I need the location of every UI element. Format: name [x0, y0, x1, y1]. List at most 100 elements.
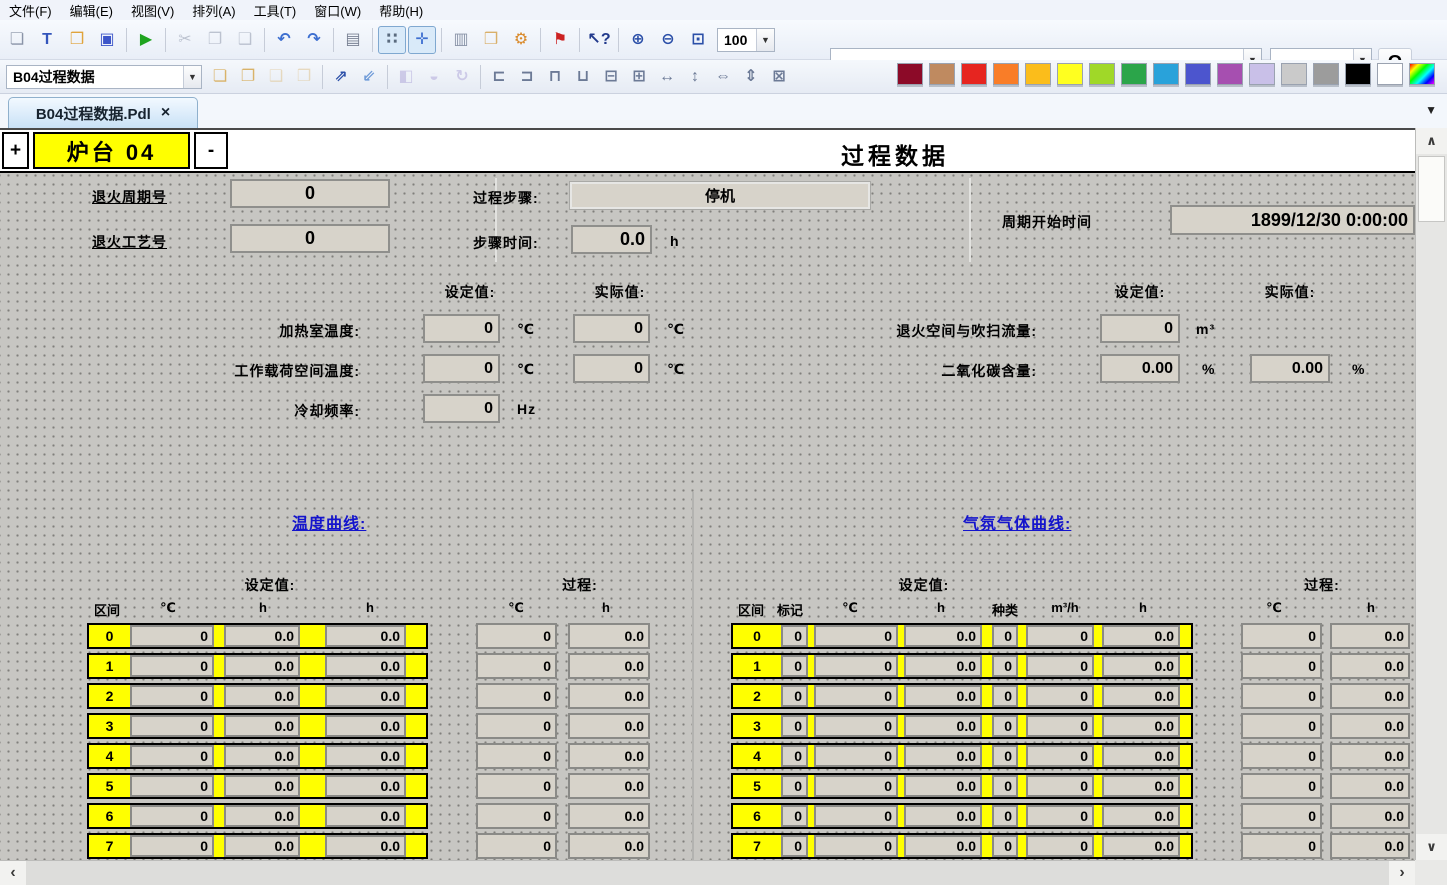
same-size-button[interactable]: ⊠ [766, 64, 792, 90]
temp-proc_h-field[interactable]: 0.0 [568, 743, 650, 769]
gas-proc_h-field[interactable]: 0.0 [1330, 623, 1410, 649]
gas-set_h-cell[interactable]: 0.0 [904, 625, 982, 647]
same-height-button[interactable]: ⇕ [738, 64, 764, 90]
gas-proc_h-field[interactable]: 0.0 [1330, 683, 1410, 709]
temp-set_h1-cell[interactable]: 0.0 [224, 715, 300, 737]
temp-set_temp-cell[interactable]: 0 [130, 835, 214, 857]
gas-proc_temp-field[interactable]: 0 [1241, 833, 1322, 859]
gas-set_temp-cell[interactable]: 0 [814, 655, 898, 677]
gas-set_temp-cell[interactable]: 0 [814, 625, 898, 647]
color-swatch-000000[interactable] [1345, 63, 1371, 85]
temp-set_h2-cell[interactable]: 0.0 [325, 685, 406, 707]
bring-to-front-button[interactable]: ❏ [207, 64, 233, 90]
gas-flow_h-cell[interactable]: 0.0 [1102, 715, 1180, 737]
gas-flow-cell[interactable]: 0 [1026, 655, 1094, 677]
chevron-down-icon[interactable]: ▼ [183, 66, 201, 88]
more-colors-swatch[interactable] [1409, 63, 1435, 85]
send-backward-button[interactable]: ❒ [291, 64, 317, 90]
menu-tools[interactable]: 工具(T) [245, 0, 306, 21]
color-swatch-ffffff[interactable] [1377, 63, 1403, 85]
distribute-horizontal-button[interactable]: ↔ [654, 64, 680, 90]
temp-set_h1-cell[interactable]: 0.0 [224, 625, 300, 647]
center-vertical-button[interactable]: ⊟ [598, 64, 624, 90]
align-left-button[interactable]: ⊏ [486, 64, 512, 90]
temp-proc_h-field[interactable]: 0.0 [568, 773, 650, 799]
gas-set_temp-cell[interactable]: 0 [814, 715, 898, 737]
zoom-selection-button[interactable]: ⊡ [684, 26, 712, 54]
temp-set_h2-cell[interactable]: 0.0 [325, 745, 406, 767]
color-swatch-4c55ce[interactable] [1185, 63, 1211, 85]
gas-kind-cell[interactable]: 0 [992, 745, 1018, 767]
undo-button[interactable]: ↶ [270, 26, 298, 54]
gas-flow-cell[interactable]: 0 [1026, 685, 1094, 707]
tag-connect-button[interactable]: ⇗ [328, 64, 354, 90]
gas-flow-cell[interactable]: 0 [1026, 745, 1094, 767]
temp-set_temp-cell[interactable]: 0 [130, 655, 214, 677]
print-button[interactable]: ▤ [339, 26, 367, 54]
gas-flow_h-cell[interactable]: 0.0 [1102, 805, 1180, 827]
workload-space-temp-set-field[interactable]: 0 [423, 354, 500, 383]
color-swatch-ffff20[interactable] [1057, 63, 1083, 85]
open-button[interactable]: ❒ [63, 26, 91, 54]
color-swatch-e62520[interactable] [961, 63, 987, 85]
annealing-purge-flow-set-field[interactable]: 0 [1100, 314, 1180, 343]
scroll-up-icon[interactable]: ∧ [1416, 128, 1447, 154]
color-swatch-c9c0e8[interactable] [1249, 63, 1275, 85]
temp-set_h2-cell[interactable]: 0.0 [325, 805, 406, 827]
gas-kind-cell[interactable]: 0 [992, 655, 1018, 677]
temp-proc_temp-field[interactable]: 0 [476, 773, 557, 799]
zoom-out-button[interactable]: ⊖ [654, 26, 682, 54]
temp-set_h1-cell[interactable]: 0.0 [224, 685, 300, 707]
zoom-in-button[interactable]: ⊕ [624, 26, 652, 54]
temp-proc_h-field[interactable]: 0.0 [568, 683, 650, 709]
gas-kind-cell[interactable]: 0 [992, 685, 1018, 707]
gas-proc_h-field[interactable]: 0.0 [1330, 713, 1410, 739]
gas-set_temp-cell[interactable]: 0 [814, 685, 898, 707]
temp-set_temp-cell[interactable]: 0 [130, 745, 214, 767]
flip-vertical-button[interactable]: ◒ [421, 64, 447, 90]
menu-edit[interactable]: 编辑(E) [61, 0, 122, 21]
gas-kind-cell[interactable]: 0 [992, 625, 1018, 647]
process-step-field[interactable]: 停机 [570, 182, 870, 209]
gas-flow_h-cell[interactable]: 0.0 [1102, 685, 1180, 707]
gas-proc_temp-field[interactable]: 0 [1241, 683, 1322, 709]
gas-proc_temp-field[interactable]: 0 [1241, 653, 1322, 679]
gas-proc_temp-field[interactable]: 0 [1241, 743, 1322, 769]
save-button[interactable]: ▣ [93, 26, 121, 54]
gas-set_h-cell[interactable]: 0.0 [904, 685, 982, 707]
temp-set_h1-cell[interactable]: 0.0 [224, 745, 300, 767]
workload-space-temp-actual-field[interactable]: 0 [573, 354, 650, 383]
gas-proc_h-field[interactable]: 0.0 [1330, 773, 1410, 799]
gas-flow_h-cell[interactable]: 0.0 [1102, 625, 1180, 647]
gas-set_temp-cell[interactable]: 0 [814, 745, 898, 767]
send-to-back-button[interactable]: ❐ [235, 64, 261, 90]
temp-proc_h-field[interactable]: 0.0 [568, 833, 650, 859]
scroll-right-icon[interactable]: › [1389, 861, 1415, 885]
new-text-object-button[interactable]: T [33, 26, 61, 54]
run-button[interactable]: ▶ [132, 26, 160, 54]
gas-mark-cell[interactable]: 0 [781, 685, 808, 707]
gas-mark-cell[interactable]: 0 [781, 835, 808, 857]
menu-arrange[interactable]: 排列(A) [183, 0, 244, 21]
gas-set_temp-cell[interactable]: 0 [814, 805, 898, 827]
color-swatch-fbbd1b[interactable] [1025, 63, 1051, 85]
temp-curve-link[interactable]: 温度曲线: [292, 510, 366, 534]
gas-proc_h-field[interactable]: 0.0 [1330, 833, 1410, 859]
settings-button[interactable]: ⚙ [507, 26, 535, 54]
temp-set_temp-cell[interactable]: 0 [130, 625, 214, 647]
gas-proc_temp-field[interactable]: 0 [1241, 773, 1322, 799]
temp-proc_temp-field[interactable]: 0 [476, 623, 557, 649]
temp-set_temp-cell[interactable]: 0 [130, 805, 214, 827]
color-swatch-a0d828[interactable] [1089, 63, 1115, 85]
gas-mark-cell[interactable]: 0 [781, 655, 808, 677]
annealing-cycle-field[interactable]: 0 [230, 179, 390, 208]
gas-set_temp-cell[interactable]: 0 [814, 835, 898, 857]
chevron-down-icon[interactable]: ▼ [756, 29, 774, 51]
temp-set_h2-cell[interactable]: 0.0 [325, 715, 406, 737]
co2-content-actual-field[interactable]: 0.00 [1250, 354, 1330, 383]
gas-kind-cell[interactable]: 0 [992, 805, 1018, 827]
gas-set_h-cell[interactable]: 0.0 [904, 775, 982, 797]
temp-set_h1-cell[interactable]: 0.0 [224, 655, 300, 677]
vertical-scroll-thumb[interactable] [1418, 156, 1445, 222]
gas-mark-cell[interactable]: 0 [781, 745, 808, 767]
